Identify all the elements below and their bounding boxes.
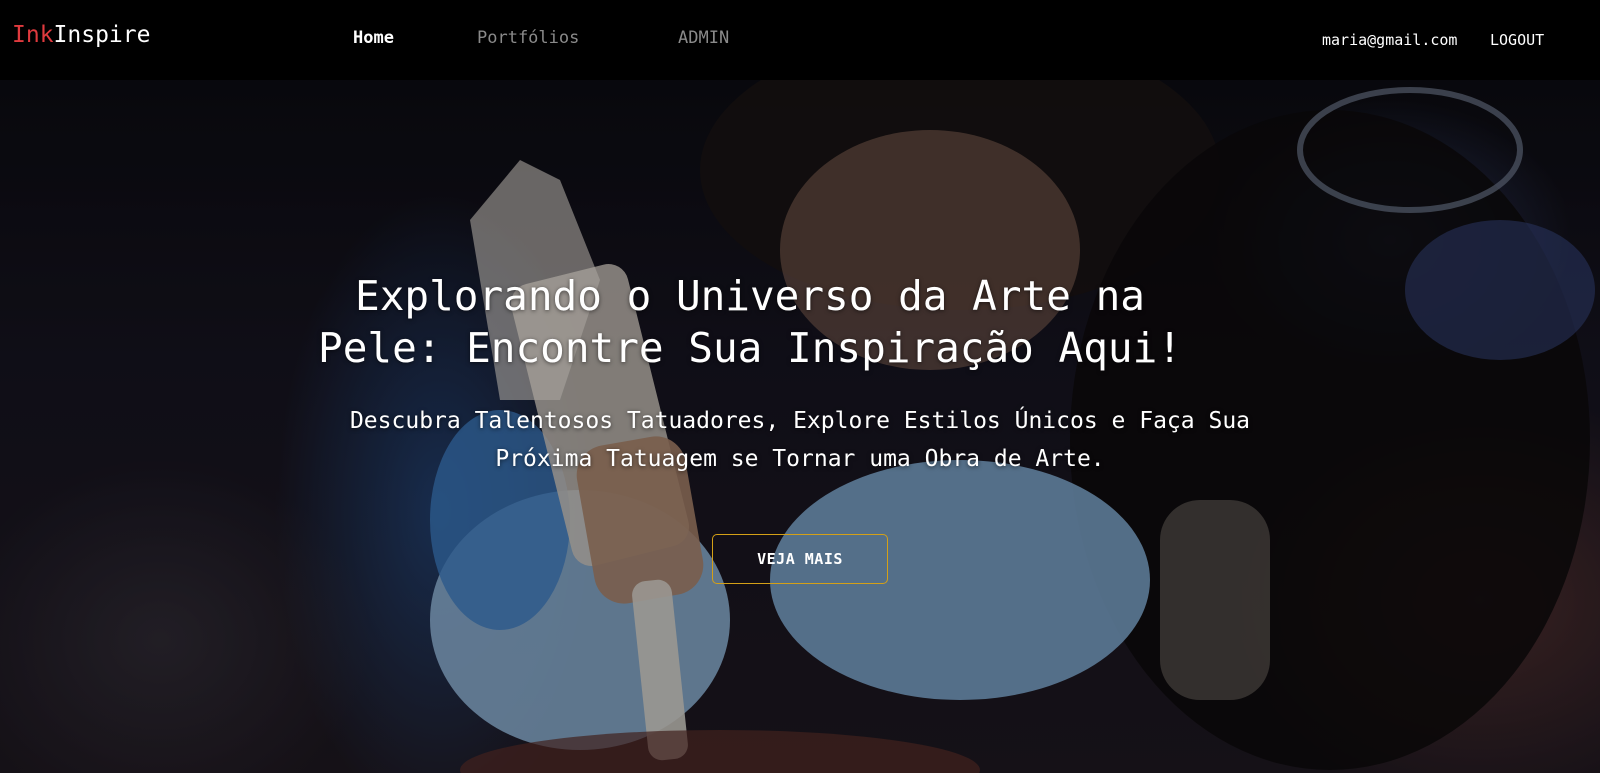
site-logo[interactable]: InkInspire	[12, 22, 150, 48]
hero-section: Explorando o Universo da Arte na Pele: E…	[0, 80, 1600, 773]
hero-subtitle-line2: Próxima Tatuagem se Tornar uma Obra de A…	[495, 446, 1105, 472]
hero-title-line1: Explorando o Universo da Arte na	[355, 272, 1145, 320]
hero-subtitle-line1: Descubra Talentosos Tatuadores, Explore …	[349, 408, 1251, 434]
page: InkInspire Home Portfólios ADMIN maria@g…	[0, 0, 1600, 773]
hero-title: Explorando o Universo da Arte na Pele: E…	[250, 270, 1250, 374]
logo-ink-text: Ink	[12, 22, 54, 48]
nav-link-portfolios[interactable]: Portfólios	[477, 28, 579, 48]
navbar: InkInspire Home Portfólios ADMIN maria@g…	[0, 0, 1600, 80]
user-email: maria@gmail.com	[1322, 31, 1458, 49]
nav-link-admin[interactable]: ADMIN	[678, 28, 729, 48]
veja-mais-button[interactable]: VEJA MAIS	[712, 534, 888, 584]
nav-link-home[interactable]: Home	[353, 28, 394, 48]
hero-subtitle: Descubra Talentosos Tatuadores, Explore …	[280, 402, 1320, 478]
hero-title-line2: Pele: Encontre Sua Inspiração Aqui!	[318, 324, 1182, 372]
logo-inspire-text: Inspire	[53, 22, 151, 48]
logout-link[interactable]: LOGOUT	[1490, 31, 1544, 49]
